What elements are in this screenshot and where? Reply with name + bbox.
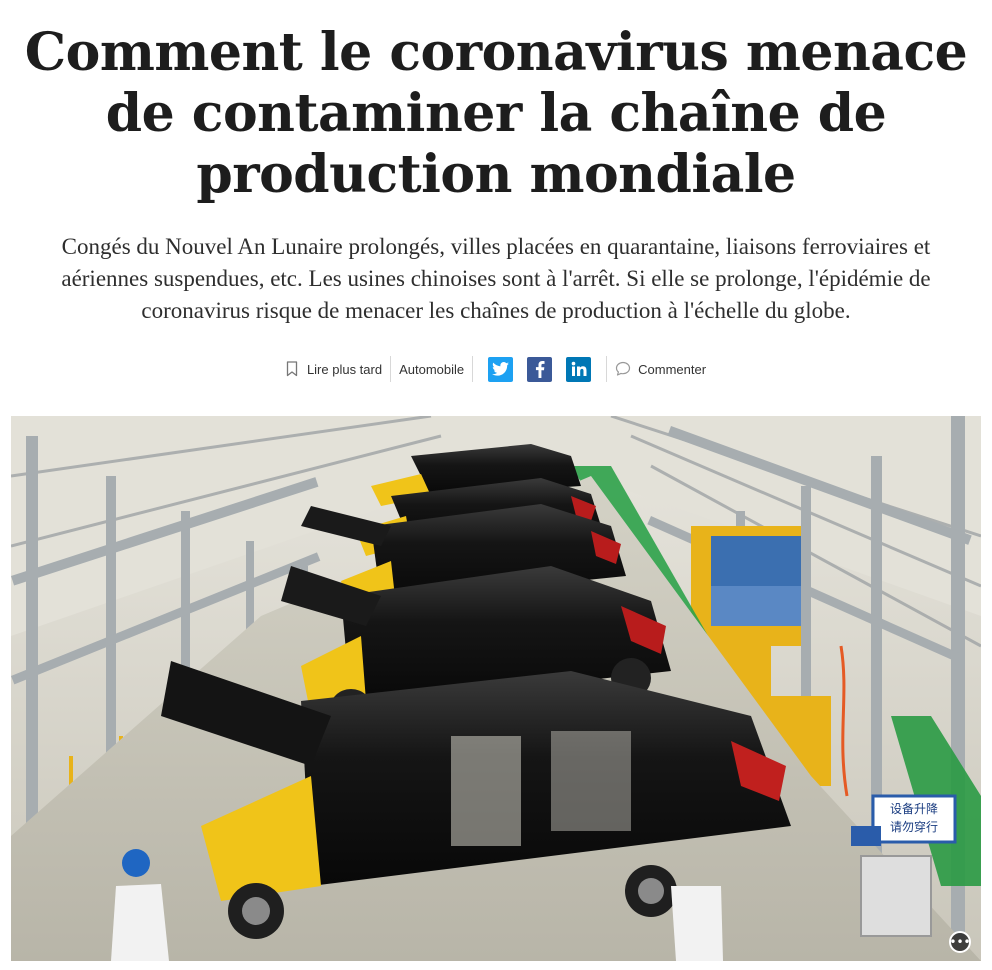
share-buttons [473,356,606,382]
linkedin-icon [571,361,587,376]
more-options-icon[interactable]: ••• [949,931,971,953]
linkedin-share-button[interactable] [566,356,592,382]
twitter-icon [492,362,510,376]
warning-sign-line2: 请勿穿行 [890,819,938,834]
category-link[interactable]: Automobile [391,352,472,386]
read-later-label: Lire plus tard [306,361,383,377]
warning-sign-line1: 设备升降 [890,802,938,816]
article-toolbar: Lire plus tard Automobile Commenter [0,352,992,386]
category-label: Automobile [399,361,465,377]
facebook-share-button[interactable] [527,356,553,382]
article-title: Comment le coronavirus menace de contami… [24,22,968,205]
factory-assembly-line-photo: 设备升降 请勿穿行 [11,416,981,961]
read-later-button[interactable]: Lire plus tard [278,352,390,386]
bookmark-icon [286,361,298,377]
worker [671,886,723,961]
facebook-icon [535,360,545,378]
comment-icon [615,361,631,377]
article-lede: Congés du Nouvel An Lunaire prolongés, v… [61,234,931,323]
comment-button[interactable]: Commenter [607,352,714,386]
twitter-share-button[interactable] [488,356,514,382]
comment-label: Commenter [638,361,707,377]
hero-image: 设备升降 请勿穿行 ••• [11,416,981,961]
